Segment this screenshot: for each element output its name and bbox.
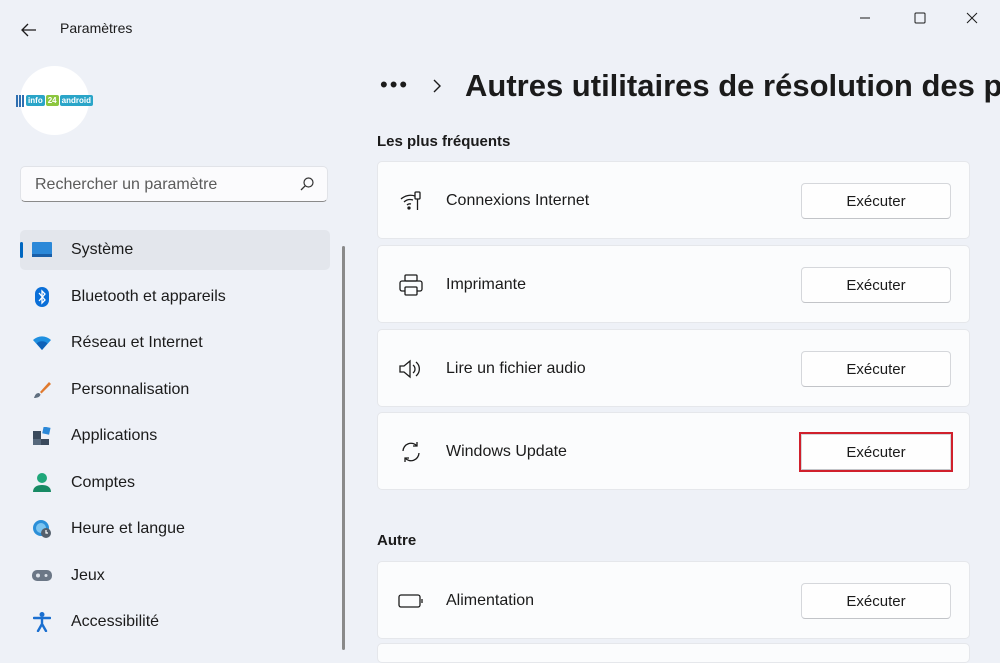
nav-label: Jeux [71,567,105,584]
card-label: Connexions Internet [446,192,590,209]
sync-icon [398,439,424,465]
nav-item-bluetooth[interactable]: Bluetooth et appareils [20,277,330,317]
app-title: Paramètres [60,20,133,36]
nav-item-comptes[interactable]: Comptes [20,463,330,503]
globe-clock-icon [32,519,52,539]
nav-item-systeme[interactable]: Système [20,230,330,270]
nav-label: Réseau et Internet [71,334,203,351]
nav-label: Applications [71,427,158,444]
accessibility-icon [32,612,52,632]
apps-icon [32,426,52,446]
logo-text-android: android [59,95,93,106]
troubleshooter-card: Lire un fichier audio Exécuter [377,329,970,407]
nav-item-accessibilite[interactable]: Accessibilité [20,602,330,642]
logo-bars [16,94,25,107]
run-button-highlighted[interactable]: Exécuter [799,432,953,472]
run-button[interactable]: Exécuter [801,351,951,387]
brand-logo: info 24 android [16,94,93,107]
card-label: Imprimante [446,276,527,293]
page-title: Autres utilitaires de résolution des pr [465,68,1000,103]
bluetooth-icon [32,287,52,307]
card-label: Alimentation [446,592,535,609]
printer-icon [398,272,424,298]
logo-text-24: 24 [45,95,59,106]
section-title-frequent: Les plus fréquents [377,133,511,150]
close-button[interactable] [947,0,997,36]
nav-label: Accessibilité [71,613,160,630]
maximize-button[interactable] [895,0,945,36]
gamepad-icon [32,566,52,586]
run-button[interactable]: Exécuter [801,583,951,619]
battery-icon [398,588,424,614]
run-button[interactable]: Exécuter [801,183,951,219]
card-label: Windows Update [446,443,567,460]
sidebar-scrollbar[interactable] [342,246,345,650]
logo-text-info: info [26,95,45,106]
chevron-right-icon [432,78,442,99]
speaker-icon [398,356,424,382]
system-icon [32,240,52,260]
section-title-other: Autre [377,532,417,549]
card-label: Lire un fichier audio [446,360,586,377]
nav-label: Système [71,241,134,258]
nav-item-heure-langue[interactable]: Heure et langue [20,509,330,549]
nav-item-applications[interactable]: Applications [20,416,330,456]
nav-label: Bluetooth et appareils [71,288,226,305]
run-button[interactable]: Exécuter [801,267,951,303]
search-icon[interactable] [299,176,315,192]
maximize-icon [914,12,926,24]
troubleshooter-card: Imprimante Exécuter [377,245,970,323]
breadcrumb-more-button[interactable]: ••• [380,72,409,98]
account-icon [32,473,52,493]
wifi-icon [32,333,52,353]
troubleshooter-card-partial [377,643,970,663]
brush-icon [32,380,52,400]
minimize-icon [860,17,870,19]
search-input[interactable] [33,167,297,203]
search-box[interactable] [20,166,328,203]
avatar[interactable]: info 24 android [16,66,93,135]
back-arrow-icon [21,23,36,37]
nav-item-jeux[interactable]: Jeux [20,556,330,596]
minimize-button[interactable] [840,0,890,36]
selected-indicator [20,242,23,258]
nav-label: Personnalisation [71,381,190,398]
troubleshooter-card: Connexions Internet Exécuter [377,161,970,239]
network-icon [398,188,424,214]
nav-label: Comptes [71,474,136,491]
back-button[interactable] [14,16,44,44]
nav-label: Heure et langue [71,520,185,537]
nav-item-personnalisation[interactable]: Personnalisation [20,370,330,410]
nav-item-reseau[interactable]: Réseau et Internet [20,323,330,363]
troubleshooter-card: Alimentation Exécuter [377,561,970,639]
close-icon [966,12,978,24]
troubleshooter-card: Windows Update Exécuter [377,412,970,490]
